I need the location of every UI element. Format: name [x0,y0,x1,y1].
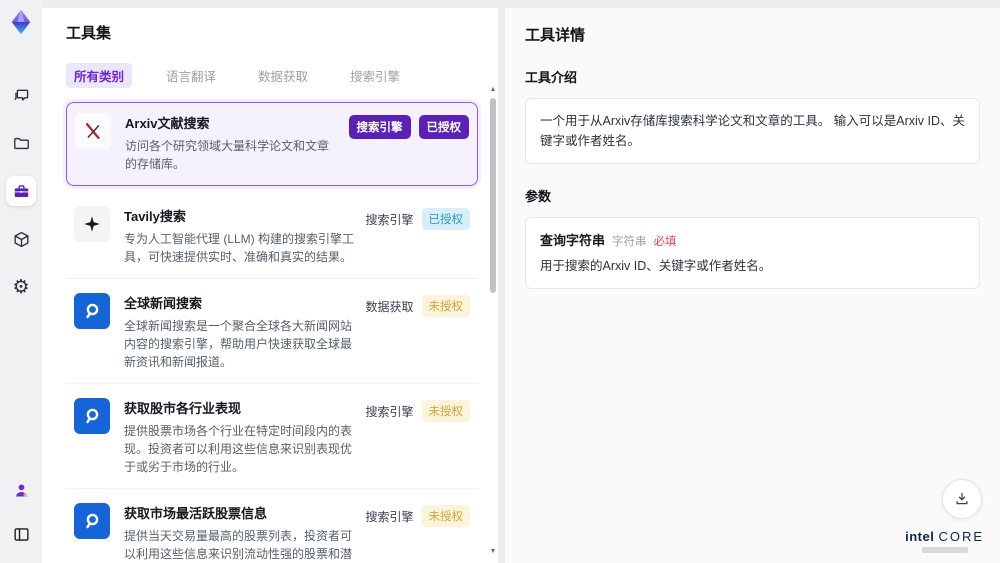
tool-name: Arxiv文献搜索 [125,116,210,131]
user-icon[interactable] [6,475,36,505]
category-tab-0[interactable]: 所有类别 [66,63,133,88]
tool-list-item[interactable]: Tavily搜索 专为人工智能代理 (LLM) 构建的搜索引擎工具，可快速提供实… [66,196,478,279]
tool-list-item[interactable]: 全球新闻搜索 全球新闻搜索是一个聚合全球各大新闻网站内容的搜索引擎，帮助用户快速… [66,283,478,384]
app-window: ⚙ 工具集 所有类别 语言翻译 数据获取 搜索引擎 Arxiv文献搜索 访问各个… [0,0,1000,563]
sparkle-icon [74,206,110,242]
tool-meta: 搜索引擎 未授权 [365,503,470,527]
intro-section-title: 工具介绍 [525,70,578,85]
toolbox-icon[interactable] [6,176,36,206]
download-icon [956,492,968,505]
tools-panel: 工具集 所有类别 语言翻译 数据获取 搜索引擎 Arxiv文献搜索 访问各个研究领域大… [42,8,498,563]
param-type: 字符串 [612,236,647,248]
gear-glyph: ⚙ [12,276,30,298]
tool-list: Arxiv文献搜索 访问各个研究领域大量科学论文和文章的存储库。 搜索引擎 已授… [66,102,478,563]
tool-text: 获取股市各行业表现 提供股票市场各个行业在特定时间段内的表现。投资者可以利用这些… [124,398,365,476]
detail-title: 工具详情 [525,27,586,44]
brand-core: CORE [938,529,984,544]
param-box: 查询字符串 字符串 必填 用于搜索的Arxiv ID、关键字或作者姓名。 [525,217,980,289]
brand-subline [921,547,968,553]
arxiv-icon [75,113,111,149]
blue-q-icon [74,293,110,329]
tool-category-label: 搜索引擎 [365,212,414,227]
tool-text: Tavily搜索 专为人工智能代理 (LLM) 构建的搜索引擎工具，可快速提供实… [124,206,365,266]
app-logo [5,6,37,38]
list-scrollbar[interactable]: ▲ ▼ [488,86,498,556]
tool-status-badge: 未授权 [421,400,470,422]
tool-name: 全球新闻搜索 [124,296,203,311]
brand-intel: intel [905,529,935,544]
scroll-up-arrow[interactable]: ▲ [488,86,498,94]
tool-list-item[interactable]: 获取市场最活跃股票信息 提供当天交易量最高的股票列表，投资者可以利用这些信息来识… [66,493,478,563]
tool-text: 获取市场最活跃股票信息 提供当天交易量最高的股票列表，投资者可以利用这些信息来识… [124,503,365,563]
param-head: 查询字符串 字符串 必填 [540,230,965,249]
gear-icon[interactable]: ⚙ [6,272,36,302]
tool-name: 获取市场最活跃股票信息 [124,506,268,521]
tool-meta: 搜索引擎 未授权 [365,398,470,422]
blue-q-icon [74,503,110,539]
package-icon[interactable] [6,224,36,254]
tool-description: 提供当天交易量最高的股票列表，投资者可以利用这些信息来识别流动性强的股票和潜在的… [124,529,353,561]
tool-text: 全球新闻搜索 全球新闻搜索是一个聚合全球各大新闻网站内容的搜索引擎，帮助用户快速… [124,293,365,371]
tool-category-label: 搜索引擎 [348,115,411,139]
tool-list-item[interactable]: Arxiv文献搜索 访问各个研究领域大量科学论文和文章的存储库。 搜索引擎 已授… [66,102,478,186]
icon-rail: ⚙ [0,0,42,563]
page-title: 工具集 [66,25,112,42]
category-tabs: 所有类别 语言翻译 数据获取 搜索引擎 [66,63,488,88]
tool-meta: 搜索引擎 已授权 [348,113,469,139]
tool-description: 访问各个研究领域大量科学论文和文章的存储库。 [125,139,330,171]
tool-name: Tavily搜索 [124,209,186,224]
param-description: 用于搜索的Arxiv ID、关键字或作者姓名。 [540,259,772,273]
param-required-badge: 必填 [653,236,677,248]
tool-list-item[interactable]: 获取股市各行业表现 提供股票市场各个行业在特定时间段内的表现。投资者可以利用这些… [66,388,478,489]
scrollbar-thumb[interactable] [490,98,496,293]
tool-category-label: 数据获取 [365,299,414,314]
intro-box: 一个用于从Arxiv存储库搜索科学论文和文章的工具。 输入可以是Arxiv ID… [525,98,980,164]
tool-detail-panel: 工具详情 工具介绍 一个用于从Arxiv存储库搜索科学论文和文章的工具。 输入可… [505,8,1000,563]
scroll-down-arrow[interactable]: ▼ [488,548,498,556]
params-section-title: 参数 [525,189,552,204]
tool-meta: 数据获取 未授权 [365,293,470,317]
tool-name: 获取股市各行业表现 [124,401,242,416]
panel-toggle-icon[interactable] [6,519,36,549]
rail-nav: ⚙ [6,80,36,302]
download-button[interactable] [942,479,982,519]
tool-category-label: 搜索引擎 [365,509,414,524]
tool-meta: 搜索引擎 已授权 [365,206,470,230]
tool-category-label: 搜索引擎 [365,404,414,419]
tool-description: 专为人工智能代理 (LLM) 构建的搜索引擎工具，可快速提供实时、准确和真实的结… [124,232,355,264]
category-tab-3[interactable]: 搜索引擎 [342,63,408,88]
category-tab-1[interactable]: 语言翻译 [158,63,224,88]
chat-icon[interactable] [6,80,36,110]
tool-status-badge: 未授权 [421,505,470,527]
panel-divider [498,8,505,563]
tool-description: 全球新闻搜索是一个聚合全球各大新闻网站内容的搜索引擎，帮助用户快速获取全球最新资… [124,319,353,369]
tool-text: Arxiv文献搜索 访问各个研究领域大量科学论文和文章的存储库。 [125,113,349,173]
intro-text: 一个用于从Arxiv存储库搜索科学论文和文章的工具。 输入可以是Arxiv ID… [540,114,966,148]
tool-status-badge: 已授权 [421,208,470,230]
rail-bottom [6,475,36,549]
category-tab-2[interactable]: 数据获取 [250,63,316,88]
param-name: 查询字符串 [540,233,606,248]
tool-description: 提供股票市场各个行业在特定时间段内的表现。投资者可以利用这些信息来识别表现优于或… [124,424,353,474]
brand-logo: intel CORE [905,529,984,553]
tool-status-badge: 已授权 [418,115,469,139]
blue-q-icon [74,398,110,434]
tool-status-badge: 未授权 [421,295,470,317]
folder-icon[interactable] [6,128,36,158]
